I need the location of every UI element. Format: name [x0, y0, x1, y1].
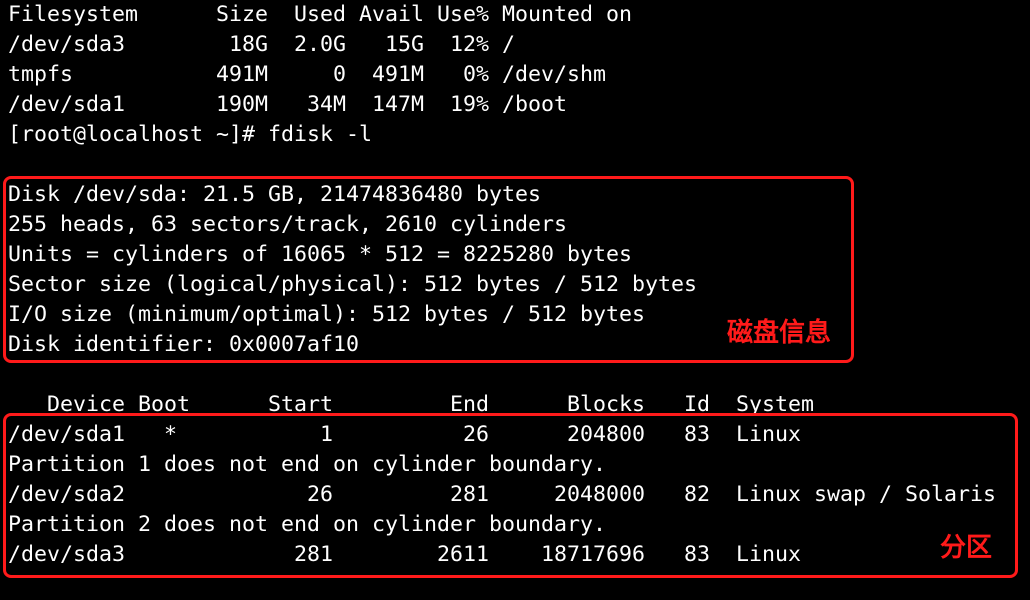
terminal-line: /dev/sda1 190M 34M 147M 19% /boot: [8, 92, 568, 117]
disk-info-label: 磁盘信息: [727, 318, 832, 348]
terminal-line: /dev/sda3 18G 2.0G 15G 12% /: [8, 32, 516, 57]
partition-label: 分区: [940, 533, 993, 563]
terminal-line: Filesystem Size Used Avail Use% Mounted …: [8, 2, 633, 27]
partition-highlight-box: [3, 413, 1018, 578]
terminal-prompt-line: [root@localhost ~]# fdisk -l: [8, 122, 373, 147]
terminal-window[interactable]: Filesystem Size Used Avail Use% Mounted …: [0, 0, 1030, 600]
terminal-line: tmpfs 491M 0 491M 0% /dev/shm: [8, 62, 607, 87]
